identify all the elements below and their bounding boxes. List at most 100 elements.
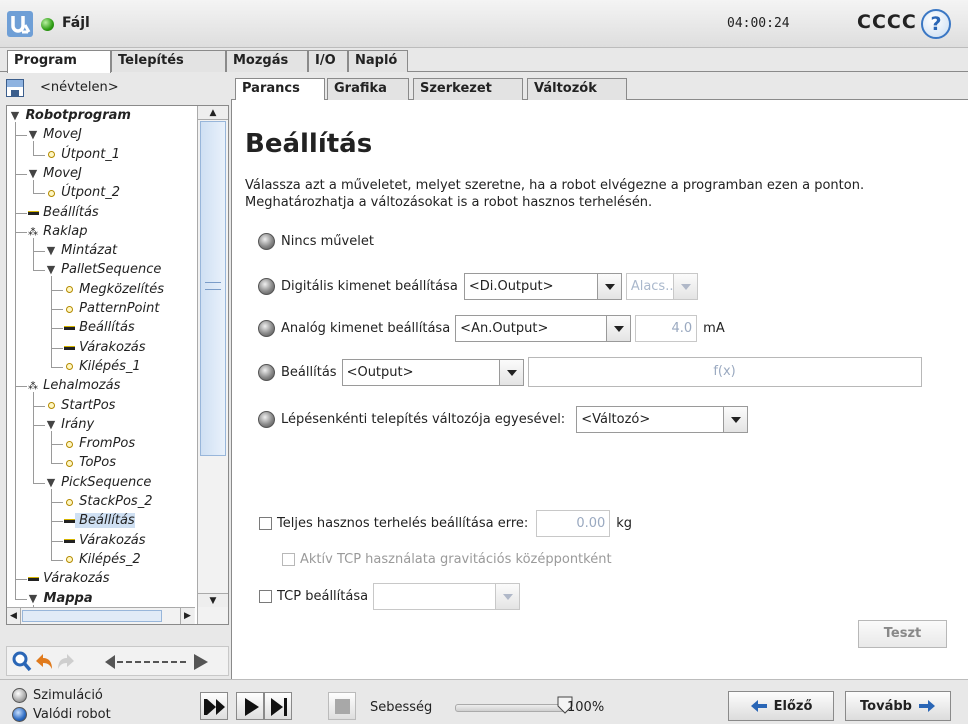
scroll-thumb[interactable]: [200, 121, 226, 456]
tab-program[interactable]: Program: [7, 50, 111, 73]
analog-output-radio[interactable]: [258, 319, 275, 337]
stop-button[interactable]: [328, 692, 356, 720]
tree-node[interactable]: FromPos: [63, 434, 135, 453]
test-button[interactable]: Teszt: [858, 620, 947, 648]
command-bar-icon: [27, 203, 39, 222]
tree-node[interactable]: ToPos: [63, 453, 116, 472]
tcp-checkbox[interactable]: [259, 589, 272, 603]
next-button[interactable]: Tovább: [845, 691, 951, 721]
tree-node[interactable]: StackPos_2: [63, 492, 152, 511]
tree-connector: [51, 559, 63, 561]
scroll-up-icon[interactable]: ▲: [198, 106, 228, 120]
tree-node[interactable]: ▼ Mappa: [27, 589, 93, 608]
move-node-icon[interactable]: [103, 650, 213, 674]
tree-node[interactable]: Várakozás: [63, 531, 146, 550]
tree-node-label: Megközelítés: [75, 281, 164, 297]
chevron-down-icon[interactable]: [723, 406, 748, 432]
set-expression-radio[interactable]: [258, 363, 275, 381]
option-no-action[interactable]: Nincs művelet: [258, 227, 374, 255]
set-output-select[interactable]: <Output>: [341, 358, 524, 386]
undo-icon[interactable]: [33, 650, 55, 674]
payload-field[interactable]: 0.00: [536, 509, 611, 537]
tree-node[interactable]: ▼ Irány: [45, 415, 94, 434]
tree-vertical-scrollbar[interactable]: ▲ ▼: [197, 106, 228, 624]
program-tree[interactable]: ▼ Robotprogram ▼ MoveJ Útpont_1 ▼ MoveJ Út…: [6, 105, 229, 625]
tree-node[interactable]: ▼ MoveJ: [27, 125, 82, 144]
tree-node-label: Kilépés_2: [75, 551, 141, 567]
analog-value-field[interactable]: 4.0: [635, 314, 698, 342]
tree-node[interactable]: ▼ Mintázat: [45, 241, 117, 260]
waypoint-icon: [45, 145, 57, 164]
tree-horizontal-scrollbar[interactable]: ◀ ▶: [7, 607, 195, 624]
speed-slider[interactable]: [455, 704, 565, 712]
tab-command[interactable]: Parancs: [235, 78, 325, 101]
tree-node[interactable]: ▼ PalletSequence: [45, 260, 162, 279]
tree-node[interactable]: ▼ PickSequence: [45, 473, 152, 492]
tab-structure[interactable]: Szerkezet: [413, 78, 523, 100]
expression-field[interactable]: f(x): [527, 357, 922, 387]
scroll-right-icon[interactable]: ▶: [180, 608, 194, 624]
tree-node[interactable]: Kilépés_2: [63, 550, 141, 569]
step-button[interactable]: [264, 692, 292, 720]
play-button[interactable]: [236, 692, 264, 720]
tree-connector: [51, 444, 63, 446]
digital-output-select[interactable]: <Di.Output>: [463, 272, 622, 300]
tab-graphics[interactable]: Grafika: [327, 78, 409, 100]
option-digital-output[interactable]: Digitális kimenet beállítása <Di.Output>…: [258, 272, 698, 300]
waypoint-icon: [63, 492, 75, 511]
tab-log[interactable]: Napló: [348, 50, 408, 72]
chevron-down-icon[interactable]: [606, 315, 631, 341]
tree-node[interactable]: PatternPoint: [63, 299, 159, 318]
payload-checkbox[interactable]: [259, 516, 272, 530]
tree-node[interactable]: ▼ MoveJ: [27, 164, 82, 183]
step-variable-radio[interactable]: [258, 410, 275, 428]
tree-node[interactable]: Megközelítés: [63, 280, 164, 299]
scroll-left-icon[interactable]: ◀: [7, 608, 21, 624]
tree-node[interactable]: ▼ Robotprogram: [9, 106, 131, 125]
tab-installation[interactable]: Telepítés: [111, 50, 226, 72]
arrow-right-icon: [918, 700, 935, 712]
tree-node[interactable]: Beállítás: [63, 318, 135, 337]
sub-tab-bar: Parancs Grafika Szerkezet Változók: [231, 78, 968, 101]
redo-icon[interactable]: [55, 650, 77, 674]
tree-node[interactable]: Útpont_1: [45, 145, 120, 164]
tab-io[interactable]: I/O: [308, 50, 348, 72]
program-name: <névtelen>: [40, 80, 119, 95]
tree-node[interactable]: Várakozás: [63, 338, 146, 357]
tree-node[interactable]: Kilépés_1: [63, 357, 141, 376]
simulation-option[interactable]: Szimuláció: [12, 686, 103, 704]
tree-node[interactable]: Várakozás: [27, 569, 110, 588]
file-menu[interactable]: Fájl: [62, 15, 90, 31]
tree-node-label: FromPos: [75, 436, 136, 452]
help-button[interactable]: ?: [921, 9, 951, 39]
tab-move[interactable]: Mozgás: [226, 50, 308, 72]
tab-variables[interactable]: Változók: [527, 78, 627, 100]
chevron-down-icon[interactable]: [596, 273, 621, 299]
real-robot-radio[interactable]: [12, 706, 27, 722]
analog-output-select[interactable]: <An.Output>: [455, 314, 632, 342]
horizontal-scroll-thumb[interactable]: [22, 610, 162, 622]
rewind-button[interactable]: [200, 692, 228, 720]
tcp-cog-checkbox[interactable]: [282, 552, 295, 566]
variable-select[interactable]: <Változó>: [576, 405, 749, 433]
save-icon[interactable]: [6, 79, 24, 97]
digital-output-radio[interactable]: [258, 277, 275, 295]
payload-unit: kg: [616, 515, 633, 531]
tree-connector: [33, 392, 34, 483]
option-step-variable[interactable]: Lépésenkénti telepítés változója egyesév…: [258, 405, 749, 433]
option-set-expression[interactable]: Beállítás <Output> f(x): [258, 357, 922, 387]
simulation-radio[interactable]: [12, 687, 27, 703]
no-action-radio[interactable]: [258, 232, 275, 250]
real-robot-option[interactable]: Valódi robot: [12, 705, 111, 723]
tree-node[interactable]: Beállítás: [63, 511, 135, 530]
option-analog-output[interactable]: Analóg kimenet beállítása <An.Output> 4.…: [258, 314, 725, 342]
tree-node[interactable]: ⁂ Lehalmozás: [27, 376, 120, 395]
scroll-down-icon[interactable]: ▼: [198, 593, 228, 607]
tree-node[interactable]: Beállítás: [27, 203, 99, 222]
search-icon[interactable]: [11, 650, 33, 674]
tree-node[interactable]: StartPos: [45, 396, 115, 415]
tree-node[interactable]: ⁂ Raklap: [27, 222, 88, 241]
tree-node[interactable]: Útpont_2: [45, 183, 120, 202]
previous-button[interactable]: Előző: [728, 691, 834, 721]
chevron-down-icon[interactable]: [498, 359, 523, 385]
